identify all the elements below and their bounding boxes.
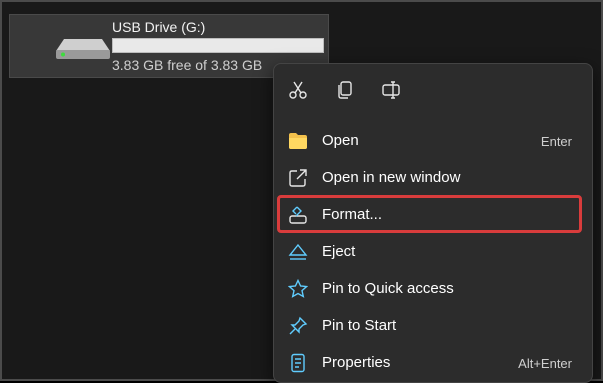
rename-icon bbox=[382, 81, 400, 99]
menu-item-label: Open bbox=[322, 132, 359, 149]
menu-item-pin-to-start[interactable]: Pin to Start bbox=[278, 309, 586, 343]
menu-item-label: Open in new window bbox=[322, 169, 461, 186]
menu-item-label: Pin to Start bbox=[322, 317, 397, 334]
pin-icon bbox=[288, 316, 308, 336]
menu-item-label: Properties bbox=[322, 354, 391, 371]
star-icon bbox=[288, 279, 308, 299]
drive-usage-bar bbox=[112, 38, 324, 53]
eject-icon bbox=[288, 242, 308, 262]
copy-icon bbox=[338, 81, 352, 99]
menu-item-shortcut: Enter bbox=[540, 134, 572, 149]
open-new-window-icon bbox=[288, 168, 308, 188]
highlight-box bbox=[277, 195, 582, 233]
menu-item-properties[interactable]: Properties Alt+Enter bbox=[278, 346, 586, 380]
rename-button[interactable] bbox=[377, 76, 405, 104]
menu-item-open-new-window[interactable]: Open in new window bbox=[278, 161, 586, 195]
drive-name: USB Drive (G:) bbox=[112, 19, 206, 35]
cut-button[interactable] bbox=[284, 76, 312, 104]
scissors-icon bbox=[289, 81, 307, 99]
menu-item-eject[interactable]: Eject bbox=[278, 235, 586, 269]
menu-item-label: Eject bbox=[322, 243, 356, 260]
drive-free-space: 3.83 GB free of 3.83 GB bbox=[112, 57, 263, 73]
drive-icon bbox=[56, 39, 110, 59]
menu-item-shortcut: Alt+Enter bbox=[518, 356, 572, 371]
folder-icon bbox=[288, 131, 308, 151]
menu-item-pin-quick-access[interactable]: Pin to Quick access bbox=[278, 272, 586, 306]
menu-item-label: Pin to Quick access bbox=[322, 280, 454, 297]
copy-button[interactable] bbox=[331, 76, 359, 104]
quick-actions-row bbox=[274, 64, 592, 116]
properties-icon bbox=[288, 353, 308, 373]
menu-item-open[interactable]: Open Enter bbox=[278, 124, 586, 158]
